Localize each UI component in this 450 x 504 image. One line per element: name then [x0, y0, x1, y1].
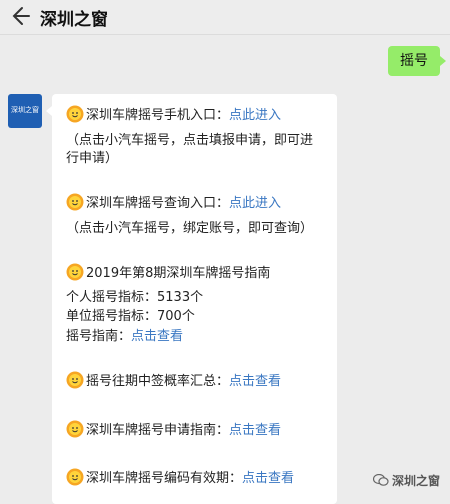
smiley-sun-icon [66, 468, 84, 486]
item-text: 单位摇号指标：700个 [66, 309, 195, 324]
list-item: 深圳车牌摇号查询入口：点此进入 [66, 193, 281, 213]
wechat-icon [372, 474, 389, 486]
item-label: 摇号往期中签概率汇总： [86, 374, 230, 389]
incoming-message-bubble: 深圳车牌摇号手机入口：点此进入 （点击小汽车摇号，点击填报申请，即可进 行申请）… [46, 94, 337, 504]
list-item: （点击小汽车摇号，绑定账号，即可查询） [66, 220, 313, 238]
guide-link[interactable]: 点击查看 [131, 329, 183, 344]
chat-title: 深圳之窗 [40, 10, 108, 30]
item-text: （点击小汽车摇号，绑定账号，即可查询） [66, 221, 314, 236]
smiley-sun-icon [66, 193, 84, 211]
item-text: （点击小汽车摇号，点击填报申请，即可进 [66, 133, 314, 148]
list-item: 深圳车牌摇号手机入口：点此进入 [66, 105, 281, 125]
item-label: 摇号指南： [66, 329, 132, 344]
back-arrow-icon[interactable] [10, 5, 32, 29]
code-validity-link[interactable]: 点击查看 [242, 471, 294, 486]
outgoing-message-text: 摇号 [400, 53, 428, 69]
item-text: 行申请） [66, 151, 119, 166]
probability-summary-link[interactable]: 点击查看 [229, 374, 281, 389]
list-item: 2019年第8期深圳车牌摇号指南 [66, 263, 270, 283]
item-label: 深圳车牌摇号编码有效期： [86, 471, 243, 486]
item-label: 深圳车牌摇号申请指南： [86, 423, 230, 438]
list-item: 个人摇号指标：5133个 [66, 289, 203, 307]
list-item: （点击小汽车摇号，点击填报申请，即可进 [66, 132, 313, 150]
list-item: 摇号往期中签概率汇总：点击查看 [66, 371, 281, 391]
smiley-sun-icon [66, 263, 84, 281]
list-item: 深圳车牌摇号编码有效期：点击查看 [66, 468, 294, 488]
watermark: 深圳之窗 [372, 472, 440, 489]
item-label: 2019年第8期深圳车牌摇号指南 [86, 266, 271, 281]
list-item: 行申请） [66, 150, 118, 168]
smiley-sun-icon [66, 105, 84, 123]
list-item: 深圳车牌摇号申请指南：点击查看 [66, 420, 281, 440]
application-guide-link[interactable]: 点击查看 [229, 423, 281, 438]
list-item: 单位摇号指标：700个 [66, 308, 195, 326]
watermark-text: 深圳之窗 [391, 474, 440, 488]
list-item: 摇号指南：点击查看 [66, 328, 183, 346]
item-label: 深圳车牌摇号手机入口： [86, 108, 230, 123]
avatar[interactable]: 深圳之窗 [8, 94, 42, 128]
mobile-entry-link[interactable]: 点此进入 [229, 108, 281, 123]
item-text: 个人摇号指标：5133个 [66, 290, 204, 305]
outgoing-message-bubble: 摇号 [388, 46, 446, 76]
query-entry-link[interactable]: 点此进入 [229, 196, 281, 211]
smiley-sun-icon [66, 420, 84, 438]
avatar-logo-text: 深圳之窗 [11, 106, 39, 114]
item-label: 深圳车牌摇号查询入口： [86, 196, 230, 211]
chat-header: 深圳之窗 [0, 0, 450, 35]
smiley-sun-icon [66, 371, 84, 389]
